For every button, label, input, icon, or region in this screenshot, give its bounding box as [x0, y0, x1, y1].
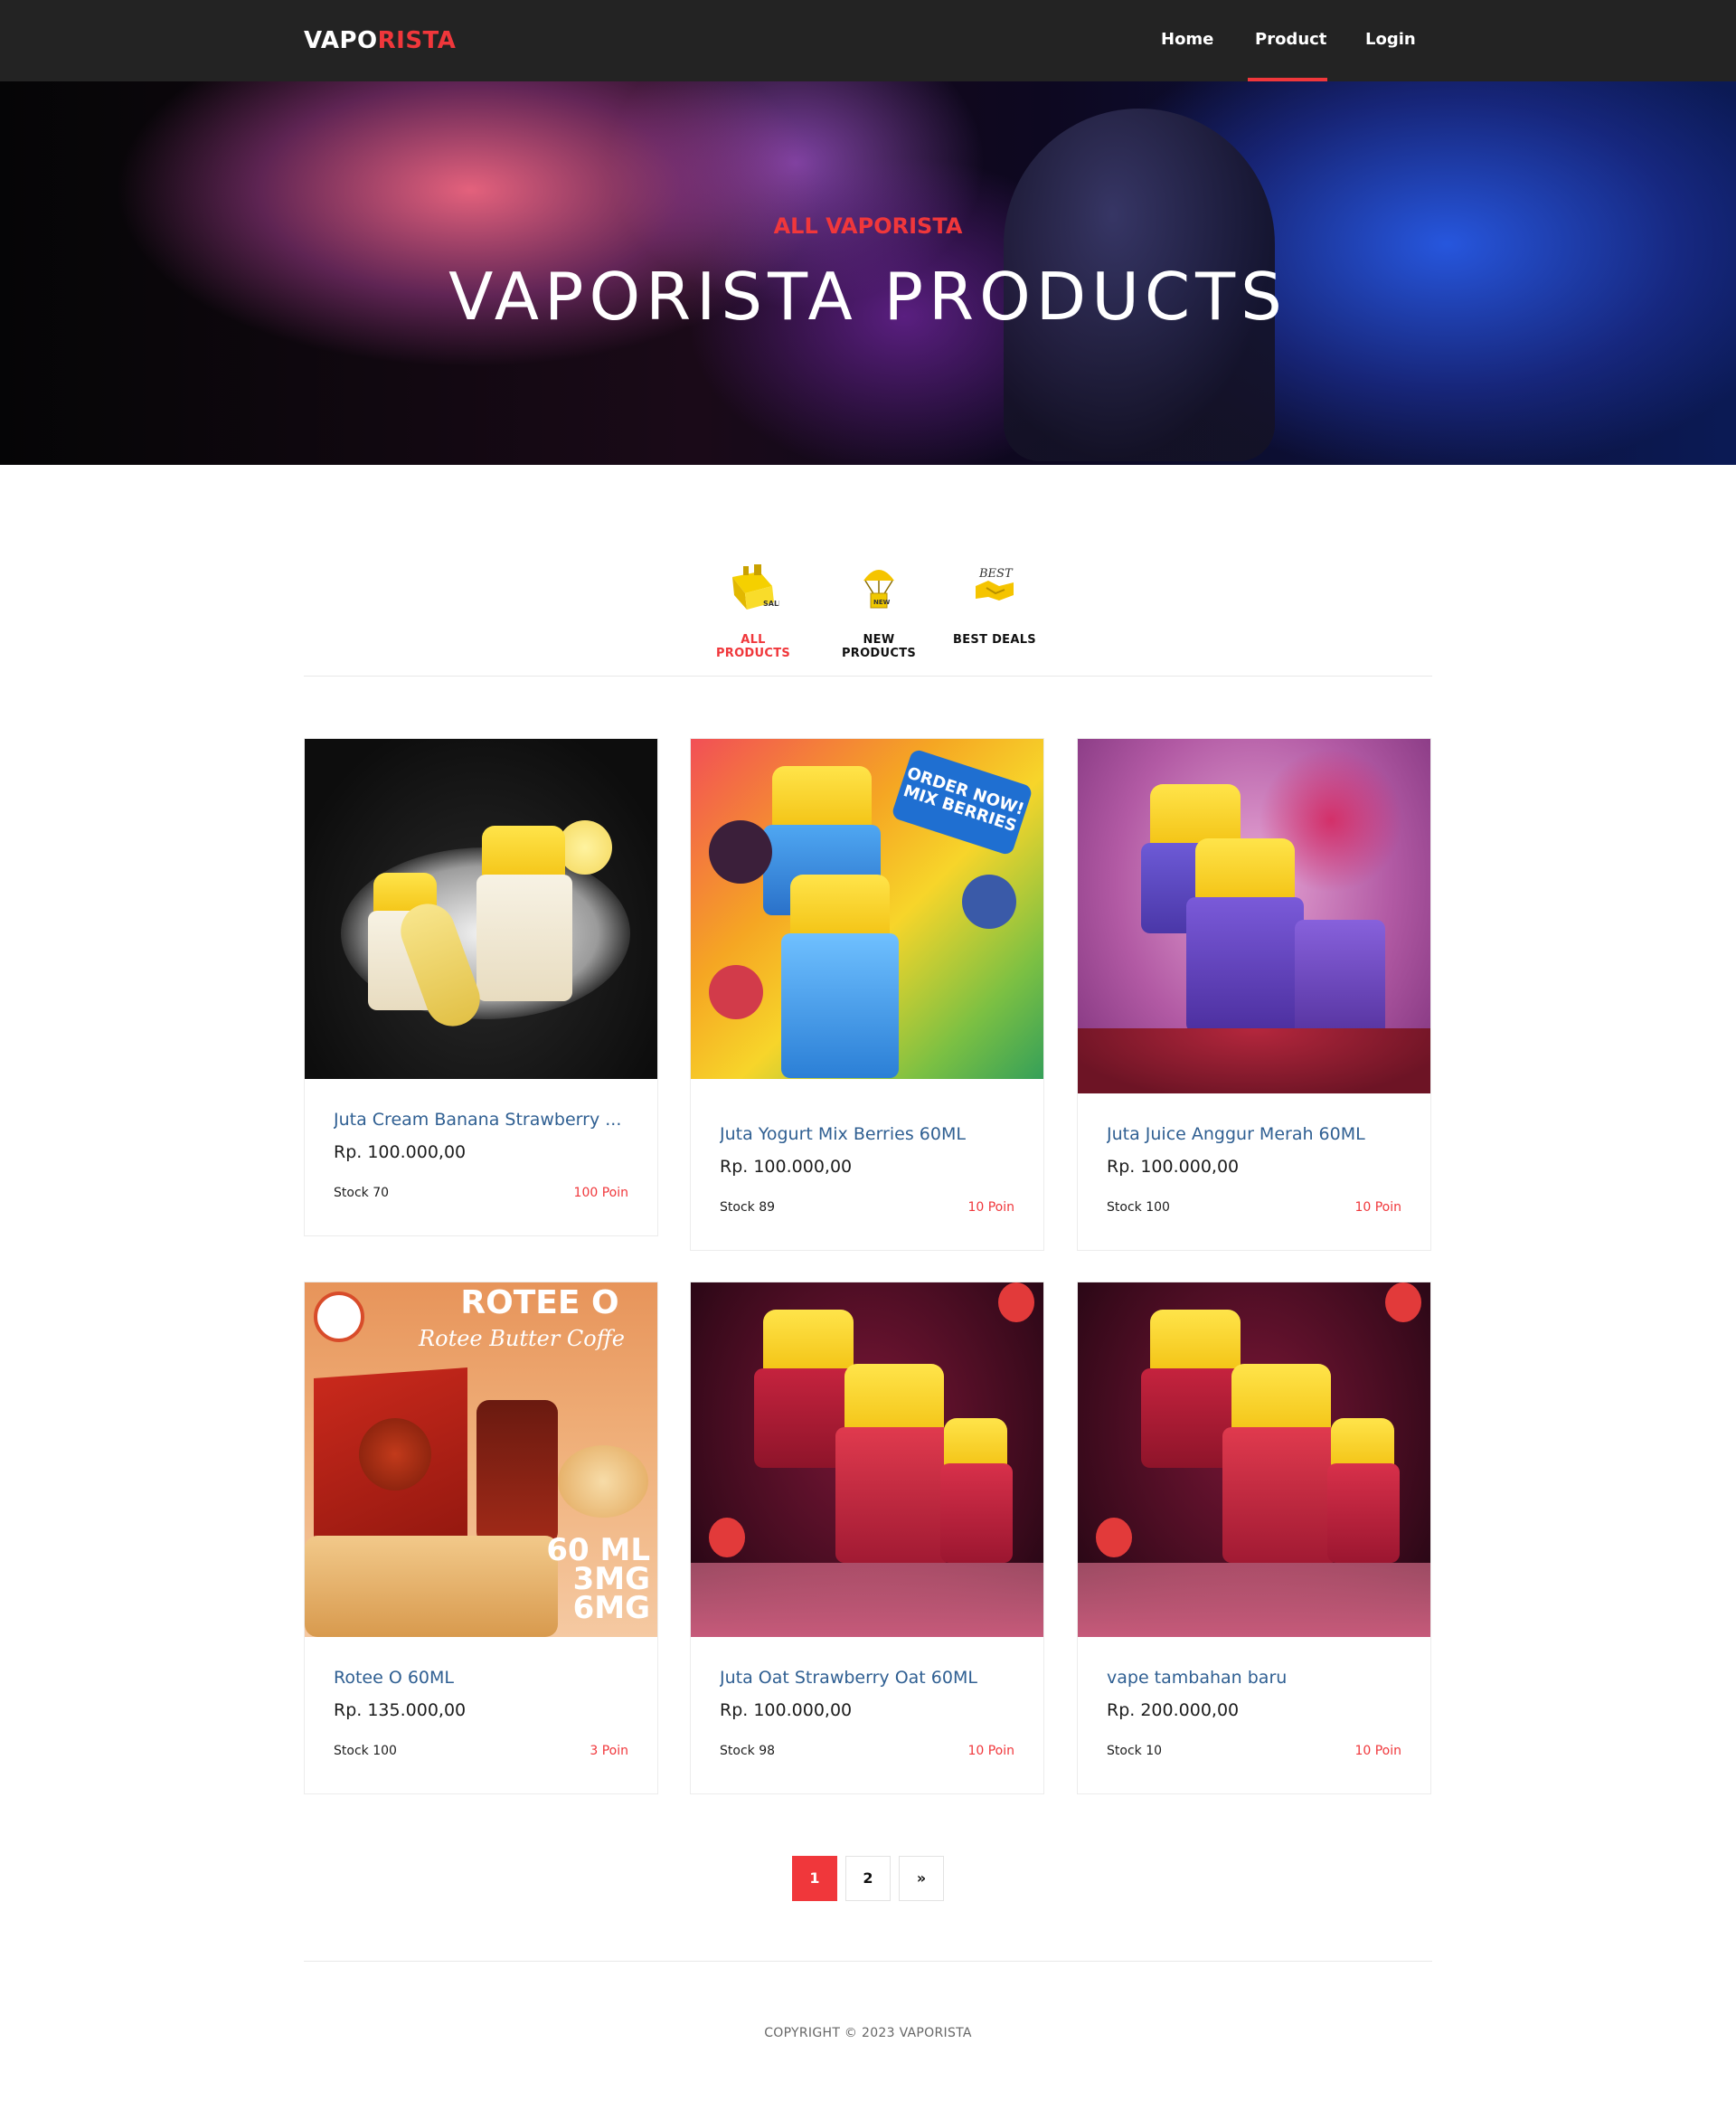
pagination-page-2[interactable]: 2 — [845, 1856, 891, 1901]
tab-new-products-label: NEW PRODUCTS — [841, 633, 917, 660]
product-poin: 3 Poin — [590, 1744, 628, 1758]
footer-divider — [304, 1961, 1432, 1962]
order-now-banner: ORDER NOW! MIX BERRIES — [891, 748, 1033, 856]
rotee-o-image[interactable]: ROTEE O Rotee Butter Coffe 60 ML 3MG 6MG — [305, 1282, 657, 1637]
product-stock: Stock 89 — [720, 1200, 776, 1215]
svg-text:BEST: BEST — [978, 567, 1014, 581]
juta-yogurt-mix-berries-image[interactable]: ORDER NOW! MIX BERRIES — [691, 739, 1043, 1093]
product-stock: Stock 10 — [1107, 1744, 1163, 1758]
top-navbar: VAPORISTA Home Product Login — [0, 0, 1736, 81]
product-poin: 10 Poin — [967, 1200, 1014, 1215]
juta-juice-anggur-merah-image[interactable] — [1078, 739, 1430, 1093]
product-stock: Stock 70 — [334, 1186, 390, 1200]
pagination-page-1[interactable]: 1 — [792, 1856, 837, 1901]
product-price: Rp. 100.000,00 — [1107, 1157, 1240, 1177]
nicotine-6mg-label: 6MG — [572, 1590, 650, 1626]
product-poin: 10 Poin — [1354, 1744, 1401, 1758]
nav-login-link[interactable]: Login — [1365, 30, 1416, 49]
product-card[interactable]: vape tambahan baru Rp. 200.000,00 Stock … — [1077, 1282, 1431, 1794]
tab-new-products[interactable]: NEW NEW PRODUCTS — [825, 559, 933, 660]
svg-text:SALE: SALE — [763, 600, 779, 608]
product-price: Rp. 100.000,00 — [720, 1157, 853, 1177]
tab-best-deals[interactable]: BEST BEST DEALS — [949, 559, 1040, 647]
product-price: Rp. 100.000,00 — [334, 1142, 467, 1162]
product-card[interactable]: Juta Juice Anggur Merah 60ML Rp. 100.000… — [1077, 738, 1431, 1251]
product-card[interactable]: ORDER NOW! MIX BERRIES Juta Yogurt Mix B… — [690, 738, 1044, 1251]
product-name[interactable]: vape tambahan baru — [1107, 1668, 1401, 1688]
tab-all-products[interactable]: SALE ALL PRODUCTS — [703, 559, 803, 660]
product-name[interactable]: Juta Juice Anggur Merah 60ML — [1107, 1124, 1401, 1144]
product-card[interactable]: ROTEE O Rotee Butter Coffe 60 ML 3MG 6MG… — [304, 1282, 658, 1794]
juta-cream-banana-image[interactable] — [305, 739, 657, 1079]
product-name[interactable]: Juta Oat Strawberry Oat 60ML — [720, 1668, 1014, 1688]
product-price: Rp. 200.000,00 — [1107, 1700, 1240, 1720]
tab-all-products-label: ALL PRODUCTS — [715, 633, 791, 660]
hero-banner: ALL VAPORISTA VAPORISTA PRODUCTS — [0, 81, 1736, 465]
brand-logo[interactable]: VAPORISTA — [304, 27, 456, 54]
rotee-o-title: ROTEE O — [460, 1284, 619, 1321]
rotee-o-subtitle: Rotee Butter Coffe — [419, 1326, 625, 1351]
category-tabs: SALE ALL PRODUCTS NEW NEW PRODUCTS BEST … — [304, 559, 1432, 677]
pagination-next-button[interactable]: » — [899, 1856, 944, 1901]
juta-oats-strawberry-image[interactable] — [1078, 1282, 1430, 1637]
brand-part1: VAPO — [304, 27, 378, 54]
product-price: Rp. 135.000,00 — [334, 1700, 467, 1720]
hero-subtitle: ALL VAPORISTA — [773, 213, 963, 239]
footer-copyright: COPYRIGHT © 2023 VAPORISTA — [764, 2026, 972, 2040]
product-card[interactable]: Juta Oat Strawberry Oat 60ML Rp. 100.000… — [690, 1282, 1044, 1794]
product-stock: Stock 98 — [720, 1744, 776, 1758]
tab-best-deals-label: BEST DEALS — [953, 633, 1036, 647]
product-poin: 10 Poin — [967, 1744, 1014, 1758]
parachute-box-icon: NEW — [863, 570, 894, 609]
nav-home-link[interactable]: Home — [1161, 30, 1213, 49]
product-stock: Stock 100 — [334, 1744, 397, 1758]
product-name[interactable]: Juta Cream Banana Strawberry ... — [334, 1110, 628, 1130]
product-price: Rp. 100.000,00 — [720, 1700, 853, 1720]
juta-oats-strawberry-image[interactable] — [691, 1282, 1043, 1637]
product-card[interactable]: Juta Cream Banana Strawberry ... Rp. 100… — [304, 738, 658, 1236]
best-deal-handshake-icon: BEST — [976, 567, 1014, 601]
product-name[interactable]: Rotee O 60ML — [334, 1668, 628, 1688]
product-poin: 10 Poin — [1354, 1200, 1401, 1215]
hero-title: VAPORISTA PRODUCTS — [448, 259, 1288, 335]
product-name[interactable]: Juta Yogurt Mix Berries 60ML — [720, 1124, 1014, 1144]
sale-box-icon: SALE — [732, 564, 779, 610]
product-poin: 100 Poin — [573, 1186, 628, 1200]
brand-part2: RISTA — [377, 27, 457, 54]
nav-product-link[interactable]: Product — [1255, 30, 1326, 49]
svg-text:NEW: NEW — [873, 599, 891, 606]
product-stock: Stock 100 — [1107, 1200, 1170, 1215]
